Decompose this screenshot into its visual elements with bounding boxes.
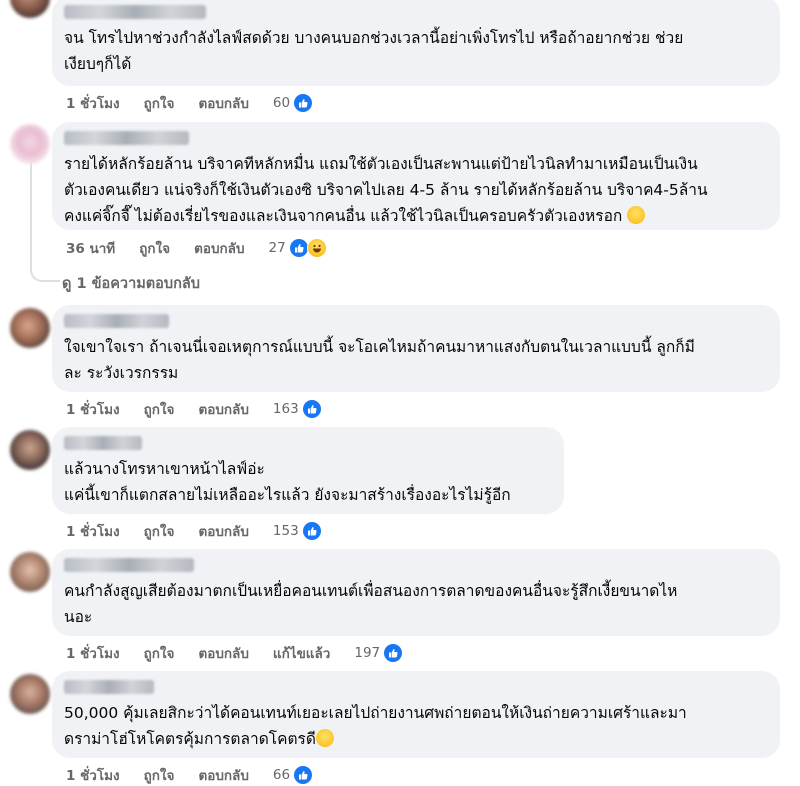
reactions[interactable]: 163 bbox=[273, 400, 321, 418]
thread-line bbox=[30, 160, 32, 270]
comment-text: ใจเขาใจเรา ถ้าเจนนี่เจอเหตุการณ์แบบนี้ จ… bbox=[64, 338, 695, 382]
author-name-blurred[interactable] bbox=[64, 5, 206, 19]
like-reaction-icon bbox=[384, 644, 403, 662]
reply-button[interactable]: ตอบกลับ bbox=[198, 764, 248, 786]
comment-bubble: แล้วนางโทรหาเขาหน้าไลฟ์อ่ะ แค่นี้เขาก็แต… bbox=[52, 427, 564, 514]
edited-label[interactable]: แก้ไขแล้ว bbox=[273, 642, 330, 664]
timestamp[interactable]: 1 ชั่วโมง bbox=[66, 398, 120, 420]
reactions[interactable]: 60 bbox=[272, 94, 313, 112]
author-name-blurred[interactable] bbox=[64, 131, 189, 145]
reactions[interactable]: 66 bbox=[272, 766, 313, 784]
comment-actions: 36 นาที ถูกใจ ตอบกลับ 27 bbox=[66, 237, 327, 259]
comment-bubble: 50,000 คุ้มเลยสิกะว่าได้คอนเทนท์เยอะเลยไ… bbox=[52, 671, 780, 758]
comment-bubble: ใจเขาใจเรา ถ้าเจนนี่เจอเหตุการณ์แบบนี้ จ… bbox=[52, 305, 780, 392]
author-name-blurred[interactable] bbox=[64, 558, 194, 572]
comment-text: รายได้หลักร้อยล้าน บริจาคทีหลักหมื่น แถม… bbox=[64, 155, 708, 225]
author-name-blurred[interactable] bbox=[64, 680, 154, 694]
author-name-blurred[interactable] bbox=[64, 314, 169, 328]
avatar[interactable] bbox=[10, 124, 50, 164]
like-button[interactable]: ถูกใจ bbox=[144, 92, 175, 114]
avatar[interactable] bbox=[10, 674, 50, 714]
comment-text: จน โทรไปหาช่วงกำลังไลฟ์สดด้วย บางคนบอกช่… bbox=[64, 29, 684, 73]
like-reaction-icon bbox=[289, 239, 308, 257]
avatar[interactable] bbox=[10, 430, 50, 470]
reactions[interactable]: 27 bbox=[269, 238, 327, 258]
comment-text: 50,000 คุ้มเลยสิกะว่าได้คอนเทนท์เยอะเลยไ… bbox=[64, 704, 687, 748]
like-button[interactable]: ถูกใจ bbox=[144, 642, 175, 664]
avatar[interactable] bbox=[10, 0, 50, 18]
reply-button[interactable]: ตอบกลับ bbox=[194, 237, 244, 259]
comment-actions: 1 ชั่วโมง ถูกใจ ตอบกลับ 66 bbox=[66, 764, 313, 786]
reaction-count: 197 bbox=[354, 645, 381, 661]
comment-bubble: รายได้หลักร้อยล้าน บริจาคทีหลักหมื่น แถม… bbox=[52, 122, 780, 230]
comment-actions: 1 ชั่วโมง ถูกใจ ตอบกลับ แก้ไขแล้ว 197 bbox=[66, 642, 403, 664]
reactions[interactable]: 153 bbox=[273, 522, 321, 540]
like-reaction-icon bbox=[302, 522, 321, 540]
like-button[interactable]: ถูกใจ bbox=[139, 237, 170, 259]
timestamp[interactable]: 1 ชั่วโมง bbox=[66, 764, 120, 786]
reply-button[interactable]: ตอบกลับ bbox=[198, 520, 248, 542]
timestamp[interactable]: 1 ชั่วโมง bbox=[66, 92, 120, 114]
reply-button[interactable]: ตอบกลับ bbox=[198, 92, 248, 114]
comment-text: แล้วนางโทรหาเขาหน้าไลฟ์อ่ะ แค่นี้เขาก็แต… bbox=[64, 460, 511, 504]
avatar[interactable] bbox=[10, 308, 50, 348]
like-button[interactable]: ถูกใจ bbox=[144, 520, 175, 542]
reaction-count: 66 bbox=[272, 767, 291, 783]
like-button[interactable]: ถูกใจ bbox=[144, 398, 175, 420]
rofl-emoji bbox=[627, 206, 646, 224]
like-reaction-icon bbox=[294, 94, 313, 112]
view-replies-label: ดู 1 ข้อความตอบกลับ bbox=[62, 276, 200, 292]
timestamp[interactable]: 1 ชั่วโมง bbox=[66, 520, 120, 542]
reaction-count: 153 bbox=[272, 523, 299, 539]
reply-button[interactable]: ตอบกลับ bbox=[198, 398, 248, 420]
comment-actions: 1 ชั่วโมง ถูกใจ ตอบกลับ 153 bbox=[66, 520, 321, 542]
reactions[interactable]: 197 bbox=[354, 644, 403, 662]
reaction-count: 60 bbox=[272, 95, 291, 111]
reply-connector bbox=[30, 262, 60, 282]
comment-actions: 1 ชั่วโมง ถูกใจ ตอบกลับ 163 bbox=[66, 398, 321, 420]
avatar[interactable] bbox=[10, 552, 50, 592]
comment-bubble: จน โทรไปหาช่วงกำลังไลฟ์สดด้วย บางคนบอกช่… bbox=[52, 0, 780, 86]
reaction-count: 27 bbox=[268, 240, 286, 256]
view-replies-link[interactable]: ดู 1 ข้อความตอบกลับ bbox=[62, 272, 200, 295]
timestamp[interactable]: 36 นาที bbox=[66, 237, 115, 259]
comment-actions: 1 ชั่วโมง ถูกใจ ตอบกลับ 60 bbox=[66, 92, 313, 114]
timestamp[interactable]: 1 ชั่วโมง bbox=[66, 642, 120, 664]
like-reaction-icon bbox=[294, 766, 313, 784]
comment-bubble: คนกำลังสูญเสียต้องมาตกเป็นเหยื่อคอนเทนต์… bbox=[52, 549, 780, 636]
reply-button[interactable]: ตอบกลับ bbox=[198, 642, 248, 664]
author-name-blurred[interactable] bbox=[64, 436, 142, 450]
haha-reaction-icon bbox=[306, 238, 327, 258]
relieved-emoji bbox=[315, 729, 334, 747]
reaction-count: 163 bbox=[272, 401, 299, 417]
comment-text: คนกำลังสูญเสียต้องมาตกเป็นเหยื่อคอนเทนต์… bbox=[64, 582, 678, 626]
like-reaction-icon bbox=[302, 400, 321, 418]
like-button[interactable]: ถูกใจ bbox=[144, 764, 175, 786]
